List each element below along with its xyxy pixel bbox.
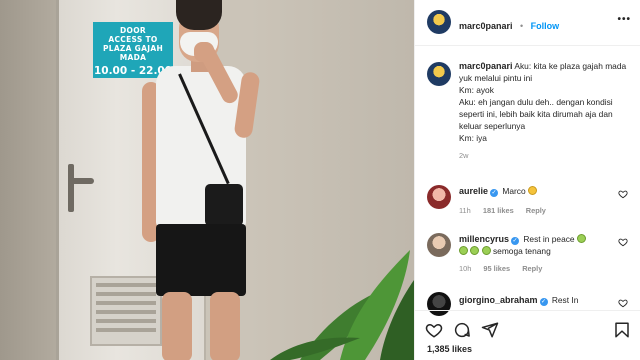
- crying-face-emoji-icon: [470, 246, 480, 255]
- comment-username[interactable]: aurelie: [459, 186, 488, 196]
- verified-badge-icon: ✓: [539, 298, 548, 306]
- sad-face-emoji-icon: [527, 186, 537, 195]
- comment: giorgino_abraham ✓ Rest In: [459, 294, 619, 306]
- comment-text-2: semoga tenang: [492, 246, 551, 256]
- comment-likes[interactable]: 95 likes: [483, 264, 510, 273]
- comment-icon[interactable]: [453, 321, 471, 339]
- more-options-icon[interactable]: •••: [617, 14, 631, 25]
- separator-dot: •: [519, 21, 524, 31]
- heart-icon[interactable]: [425, 321, 443, 339]
- caption: marc0panari Aku: kita ke plaza gajah mad…: [459, 60, 635, 162]
- comment-likes[interactable]: 181 likes: [483, 206, 514, 215]
- follow-button[interactable]: Follow: [531, 21, 560, 31]
- comment-avatar[interactable]: [427, 185, 451, 209]
- comment-age: 10h: [459, 264, 472, 273]
- comment-text: Marco: [502, 186, 526, 196]
- share-icon[interactable]: [481, 321, 499, 339]
- author-avatar[interactable]: [427, 10, 451, 34]
- comment-text: Rest In: [551, 295, 579, 305]
- caption-age: 2w: [459, 151, 469, 160]
- caption-avatar[interactable]: [427, 62, 451, 86]
- post-header: marc0panari • Follow •••: [415, 0, 640, 46]
- comment-age: 11h: [459, 206, 471, 215]
- reply-button[interactable]: Reply: [522, 264, 542, 273]
- post-photo[interactable]: DOOR ACCESS TO PLAZA GAJAH MADA 10.00 - …: [0, 0, 414, 360]
- likes-count[interactable]: 1,385 likes: [427, 344, 472, 354]
- comment-username[interactable]: millencyrus: [459, 234, 509, 244]
- reply-button[interactable]: Reply: [526, 206, 546, 215]
- bookmark-icon[interactable]: [613, 321, 631, 339]
- caption-text: Aku: kita ke plaza gajah mada yuk melalu…: [459, 61, 627, 143]
- crying-face-emoji-icon: [576, 234, 586, 243]
- comment-text: Rest in peace: [523, 234, 575, 244]
- comment: millencyrus ✓ Rest in peace semoga tenang…: [459, 233, 619, 275]
- comment-avatar[interactable]: [427, 233, 451, 257]
- comment: aurelie ✓ Marco 11h 181 likes Reply: [459, 185, 619, 217]
- plant-leaves: [270, 250, 414, 360]
- author-username[interactable]: marc0panari: [459, 21, 513, 31]
- comment-like-heart-icon[interactable]: [618, 189, 628, 199]
- crying-face-emoji-icon: [459, 246, 468, 255]
- crying-face-emoji-icon: [481, 246, 491, 255]
- comment-like-heart-icon[interactable]: [618, 298, 628, 308]
- verified-badge-icon: ✓: [490, 189, 499, 197]
- verified-badge-icon: ✓: [511, 237, 520, 245]
- post-sidebar: marc0panari • Follow ••• marc0panari Aku…: [414, 0, 640, 360]
- comment-username[interactable]: giorgino_abraham: [459, 295, 538, 305]
- comment-like-heart-icon[interactable]: [618, 237, 628, 247]
- caption-username[interactable]: marc0panari: [459, 61, 513, 71]
